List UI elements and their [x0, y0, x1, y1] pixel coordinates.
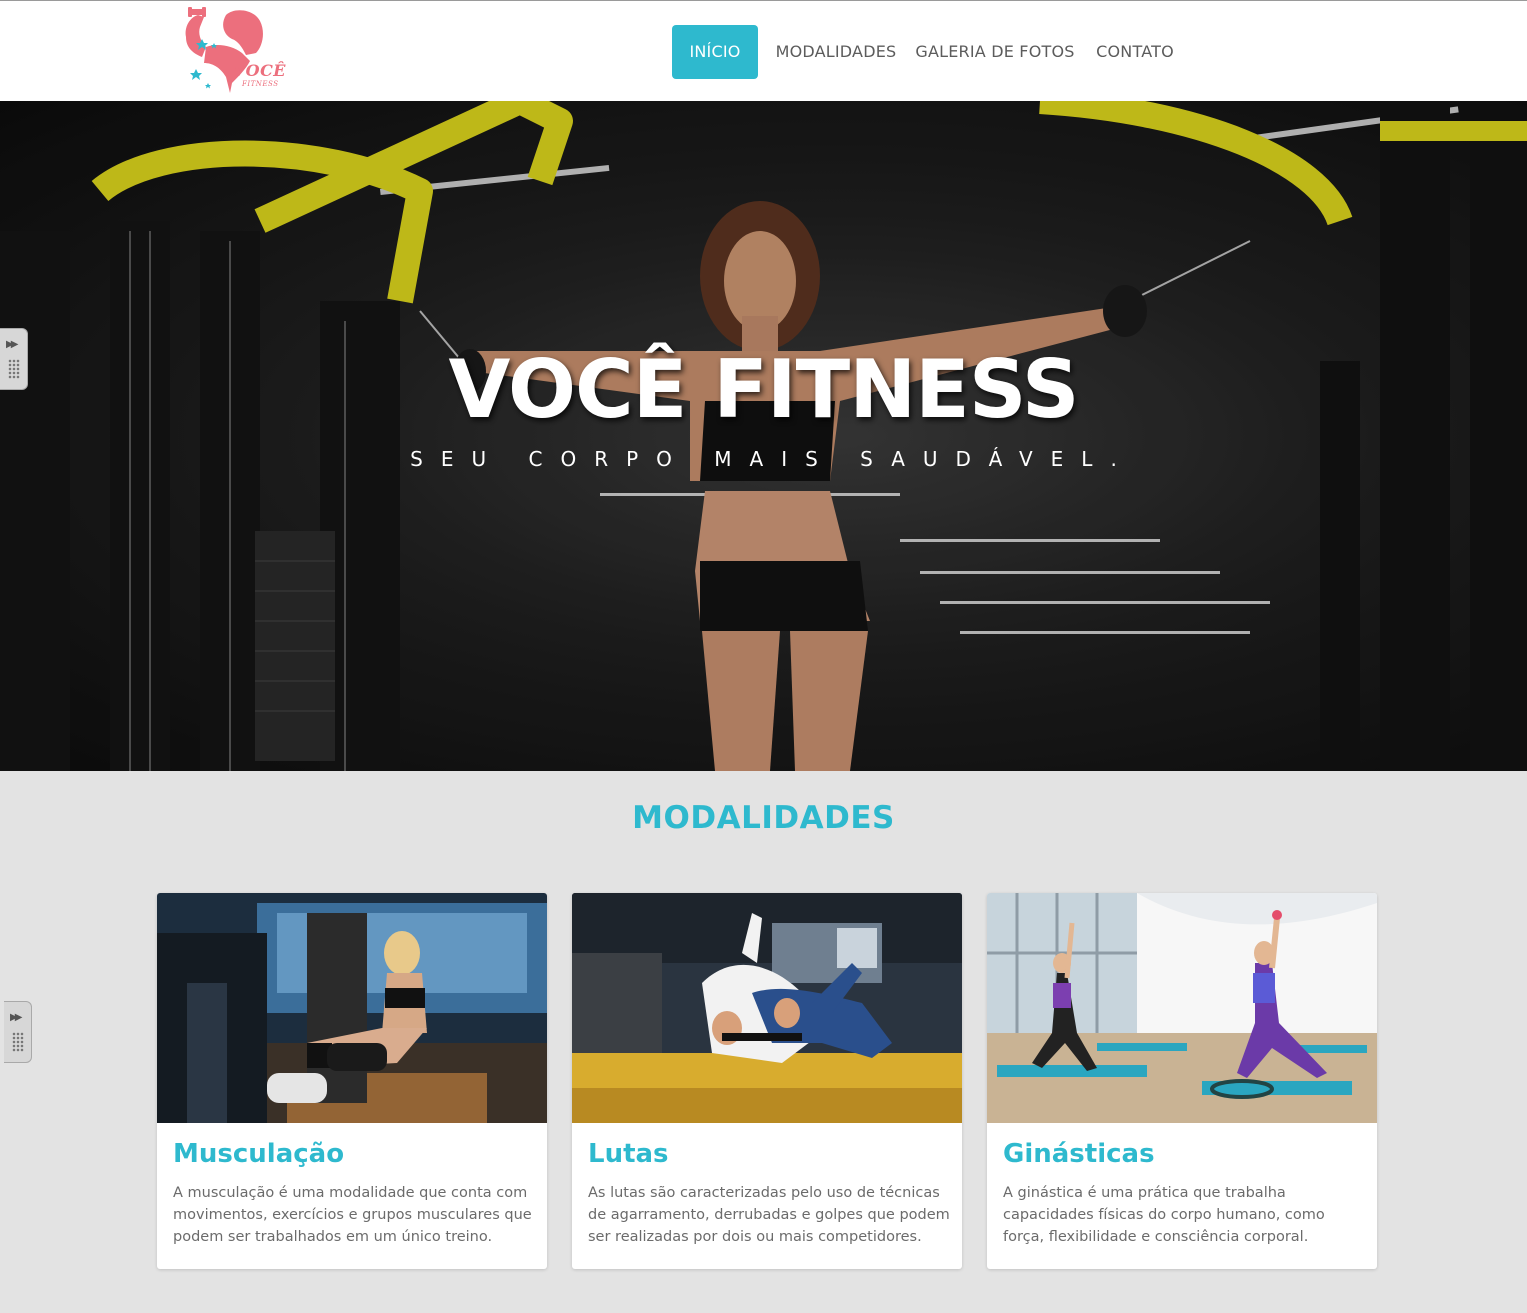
nav-modalidades[interactable]: MODALIDADES [761, 25, 911, 79]
side-panel-handle-2[interactable]: ▶▶ [4, 1001, 32, 1063]
logo-subtext: FITNESS [242, 80, 279, 88]
card-title: Musculação [173, 1139, 345, 1169]
card-image-ginasticas [987, 893, 1377, 1123]
site-header: VOCÊ FITNESS INÍCIO MODALIDADES GALERIA … [0, 0, 1527, 101]
card-image-musculacao [157, 893, 547, 1123]
card-image-lutas [572, 893, 962, 1123]
card-ginasticas[interactable]: Ginásticas A ginástica é uma prática que… [987, 893, 1377, 1269]
hero-title: VOCÊ FITNESS [448, 343, 1080, 436]
card-description: A ginástica é uma prática que trabalha c… [1003, 1185, 1325, 1245]
logo-text: VOCÊ [233, 61, 286, 80]
brand-logo[interactable]: VOCÊ FITNESS [176, 7, 292, 99]
nav-contato[interactable]: CONTATO [1086, 25, 1184, 79]
grip-icon [8, 359, 20, 379]
nav-inicio[interactable]: INÍCIO [672, 25, 758, 79]
card-title: Ginásticas [1003, 1139, 1155, 1169]
card-lutas[interactable]: Lutas As lutas são caracterizadas pelo u… [572, 893, 962, 1269]
grip-icon [12, 1032, 24, 1052]
hero-banner: VOCÊ FITNESS SEU CORPO MAIS SAUDÁVEL. [0, 101, 1527, 771]
hero-subtitle: SEU CORPO MAIS SAUDÁVEL. [410, 447, 1135, 471]
section-title-modalidades: MODALIDADES [632, 800, 895, 836]
hero-gym-image [0, 101, 1527, 771]
expand-arrows-icon: ▶▶ [6, 339, 19, 350]
card-description: A musculação é uma modalidade que conta … [173, 1185, 532, 1245]
nav-galeria-de-fotos[interactable]: GALERIA DE FOTOS [910, 25, 1080, 79]
card-title: Lutas [588, 1139, 669, 1169]
card-description: As lutas são caracterizadas pelo uso de … [588, 1185, 950, 1245]
card-musculacao[interactable]: Musculação A musculação é uma modalidade… [157, 893, 547, 1269]
side-panel-handle[interactable]: ▶▶ [0, 328, 28, 390]
expand-arrows-icon: ▶▶ [10, 1012, 23, 1023]
